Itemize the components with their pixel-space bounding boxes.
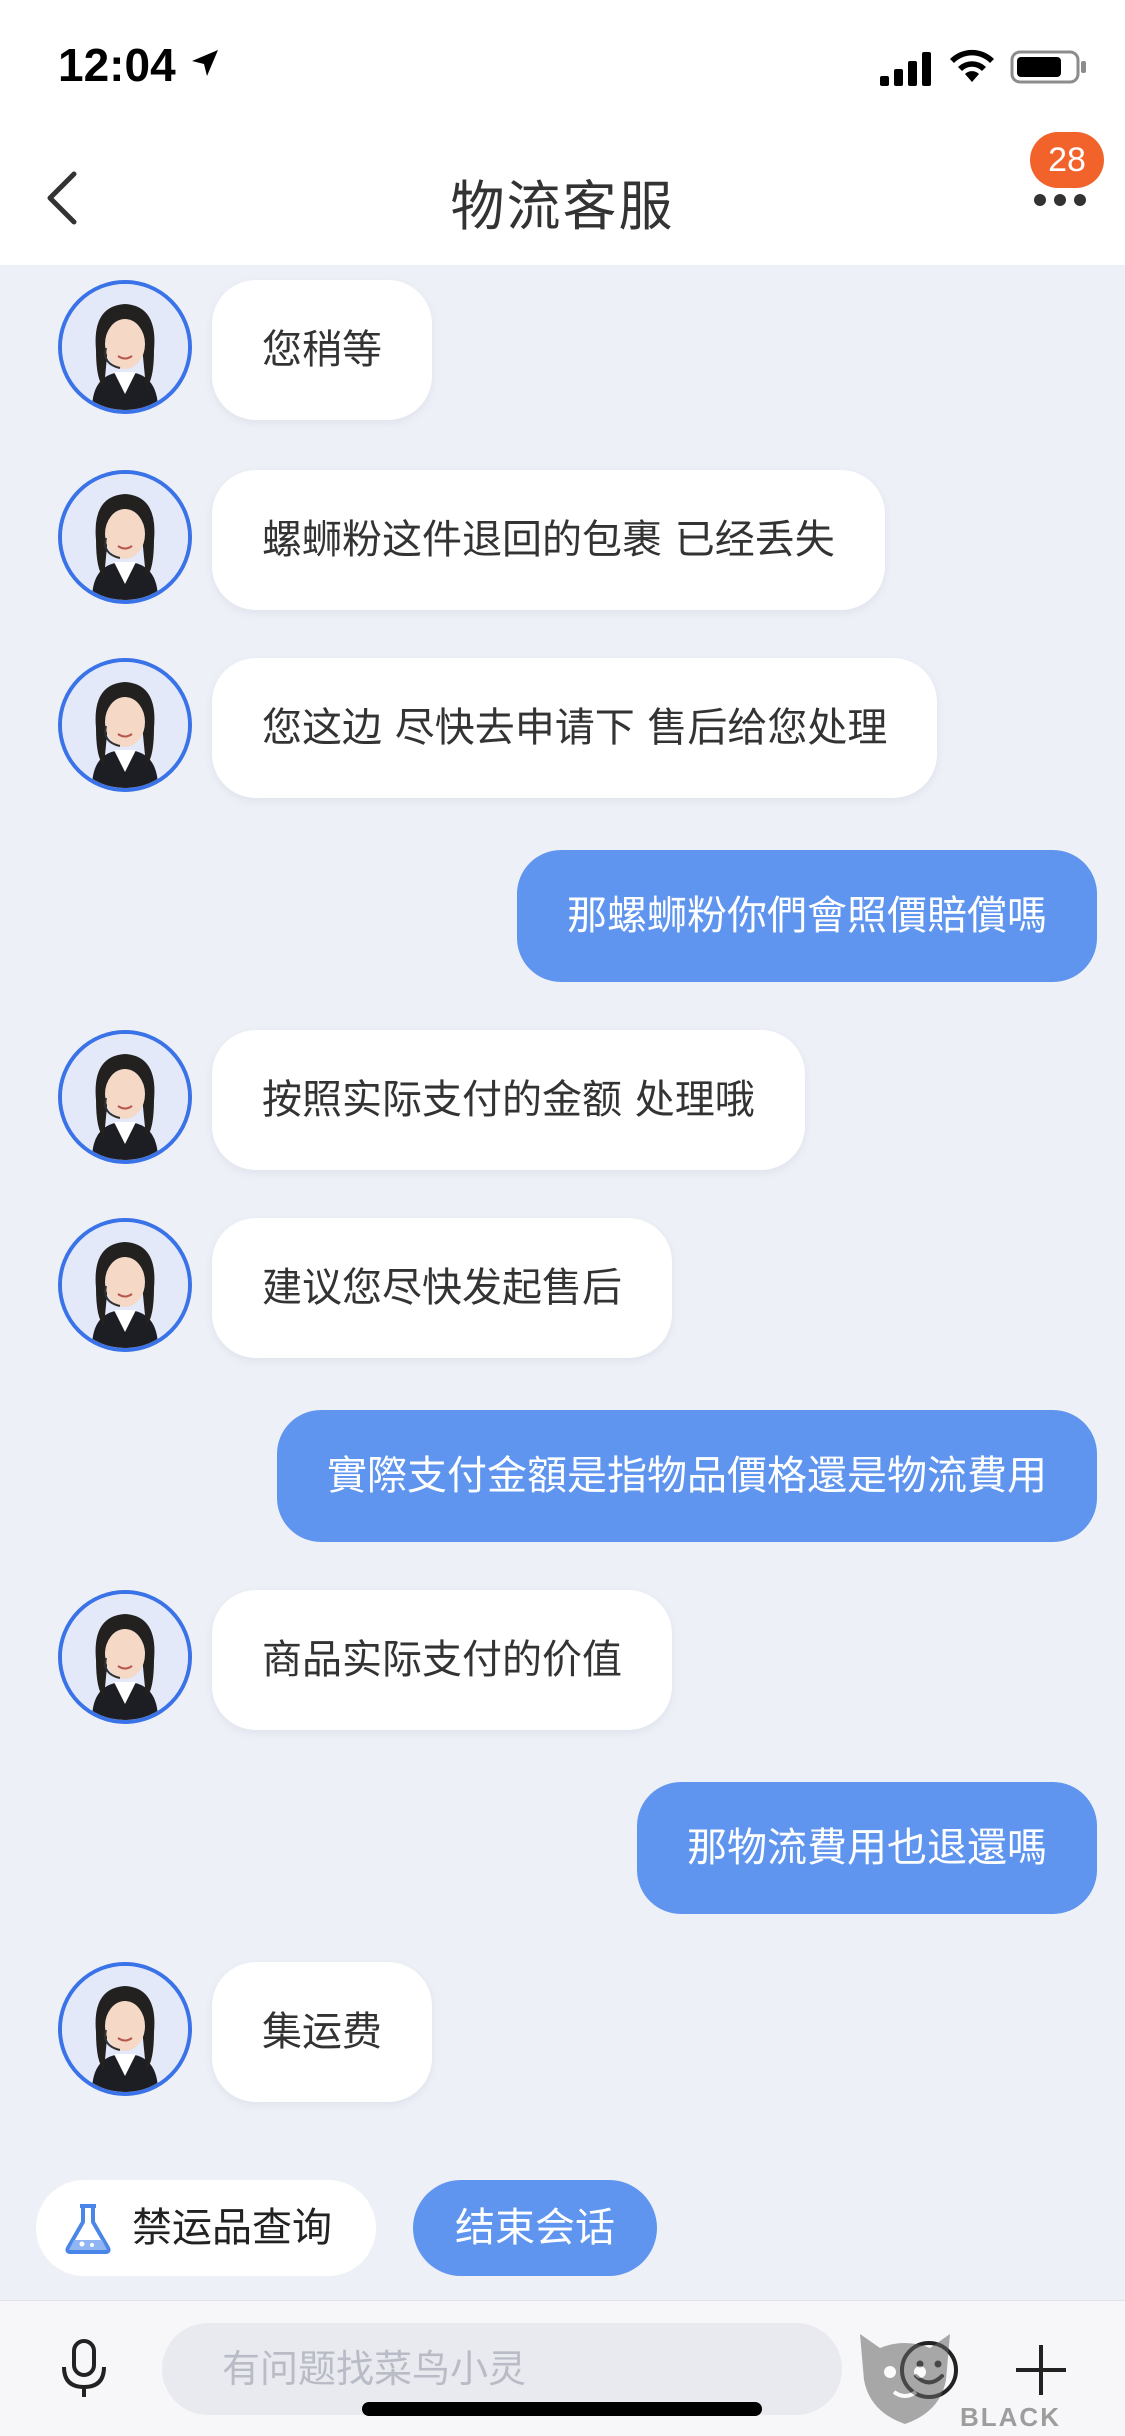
flask-icon [65,2204,111,2254]
agent-bubble: 您这边 尽快去申请下 售后给您处理 [212,658,938,798]
cat-shield-logo [860,2334,950,2424]
contraband-query-label: 禁运品查询 [132,2205,332,2251]
home-indicator [362,2402,762,2416]
agent-avatar [58,1030,192,1164]
agent-avatar [58,1218,192,1352]
black-cat-watermark: BLACK CAT [850,2320,1120,2436]
agent-avatar [58,1962,192,2096]
wifi-icon [950,49,994,82]
agent-avatar [58,470,192,604]
end-session-button[interactable]: 结束会话 [413,2180,657,2276]
agent-avatar-image [62,1222,188,1348]
chat-screen: 12:04 物流客服 28 您稍等 螺蛳粉这件退回的包裹 已经丢失 您这边 尽快… [0,0,1125,2436]
agent-avatar-image [62,1966,188,2092]
agent-bubble: 建议您尽快发起售后 [212,1218,672,1358]
notification-badge: 28 [1030,132,1104,188]
user-bubble: 那螺蛳粉你們會照價賠償嗎 [517,850,1097,982]
agent-bubble: 螺蛳粉这件退回的包裹 已经丢失 [212,470,885,610]
agent-bubble: 集运费 [212,1962,432,2102]
message-list: 您稍等 螺蛳粉这件退回的包裹 已经丢失 您这边 尽快去申请下 售后给您处理 那螺… [0,265,1125,2165]
agent-avatar-image [62,474,188,600]
watermark-text: BLACK CAT [960,2402,1061,2436]
user-bubble: 實際支付金額是指物品價格還是物流費用 [277,1410,1097,1542]
navigation-bar: 物流客服 28 [0,130,1125,265]
cellular-signal-icon [880,52,931,86]
agent-avatar [58,280,192,414]
user-bubble: 那物流費用也退還嗎 [637,1782,1097,1914]
agent-avatar-image [62,284,188,410]
agent-avatar-image [62,662,188,788]
agent-bubble: 按照实际支付的金额 处理哦 [212,1030,805,1170]
battery-icon [1010,50,1086,84]
location-arrow-icon [192,50,218,76]
agent-bubble: 您稍等 [212,280,432,420]
agent-avatar [58,1590,192,1724]
page-title: 物流客服 [450,175,675,238]
agent-avatar-image [62,1594,188,1720]
microphone-icon[interactable] [56,2337,112,2401]
agent-avatar-image [62,1034,188,1160]
contraband-query-button[interactable]: 禁运品查询 [36,2180,376,2276]
status-bar: 12:04 [0,0,1125,130]
input-placeholder: 有问题找菜鸟小灵 [222,2347,527,2391]
more-options-icon[interactable] [1030,190,1090,210]
status-time: 12:04 [58,39,176,91]
agent-avatar [58,658,192,792]
agent-bubble: 商品实际支付的价值 [212,1590,672,1730]
